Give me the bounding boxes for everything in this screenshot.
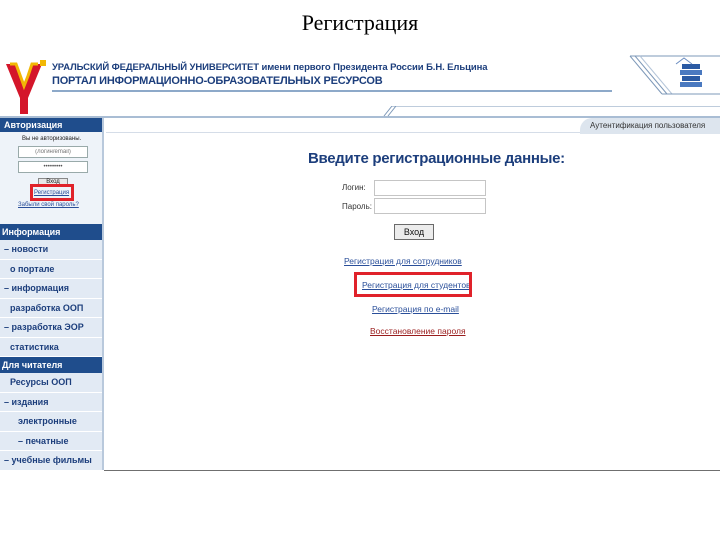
sidebar-item[interactable]: – новости xyxy=(0,240,102,260)
sidebar-item-label: новости xyxy=(11,244,49,254)
sidebar-item[interactable]: – разработка ЭОР xyxy=(0,318,102,338)
dash-bullet-icon: – xyxy=(4,283,12,293)
sidebar-item[interactable]: – информация xyxy=(0,279,102,299)
sidebar-item[interactable]: – издания xyxy=(0,392,102,412)
sidebar-item-label: разработка ООП xyxy=(10,302,84,313)
sidebar-password-input[interactable]: ••••••••• xyxy=(18,161,88,173)
form-title: Введите регистрационные данные: xyxy=(308,150,565,167)
students-highlight-box xyxy=(354,272,472,297)
header-decoration xyxy=(629,55,720,95)
sidebar: Авторизация Вы не авторизованы. ••••••••… xyxy=(0,118,104,520)
password-label: Пароль: xyxy=(342,202,372,211)
sidebar-item-label: учебные фильмы xyxy=(11,455,92,465)
dash-bullet-icon: – xyxy=(18,435,26,446)
bottom-rule xyxy=(104,470,720,471)
password-input[interactable] xyxy=(374,198,486,214)
sidebar-item[interactable]: о портале xyxy=(0,259,102,279)
auth-tab[interactable]: Аутентификация пользователя xyxy=(580,118,720,134)
browser-screenshot: УРАЛЬСКИЙ ФЕДЕРАЛЬНЫЙ УНИВЕРСИТЕТ имени … xyxy=(0,50,720,520)
main-top-rule xyxy=(106,132,586,133)
sidebar-item-label: издания xyxy=(11,396,49,407)
dash-bullet-icon: – xyxy=(4,322,12,332)
register-highlight-box xyxy=(30,184,74,201)
reader-section-header: Для читателя xyxy=(0,357,102,373)
books-stack-icon xyxy=(675,57,702,87)
sidebar-item[interactable]: статистика xyxy=(0,337,102,357)
dash-bullet-icon: – xyxy=(4,244,12,254)
site-header: УРАЛЬСКИЙ ФЕДЕРАЛЬНЫЙ УНИВЕРСИТЕТ имени … xyxy=(0,50,720,118)
sidebar-item-label: информация xyxy=(11,283,69,293)
forgot-password-link[interactable]: Забыли свой пароль? xyxy=(18,202,79,208)
enter-button[interactable]: Вход xyxy=(394,224,434,240)
sidebar-item[interactable]: – печатные xyxy=(0,431,102,451)
sidebar-item-label: статистика xyxy=(10,341,59,352)
not-authorized-text: Вы не авторизованы. xyxy=(22,136,82,142)
dash-bullet-icon: – xyxy=(4,455,12,465)
header-bottom-bar xyxy=(0,106,720,118)
restore-password-link[interactable]: Восстановление пароля xyxy=(370,326,466,336)
portal-name: ПОРТАЛ ИНФОРМАЦИОННО-ОБРАЗОВАТЕЛЬНЫХ РЕС… xyxy=(52,75,383,87)
login-box: Вы не авторизованы. ••••••••• Вход Регис… xyxy=(0,132,102,224)
login-label: Логин: xyxy=(342,183,366,192)
sidebar-item-label: разработка ЭОР xyxy=(11,322,84,332)
sidebar-item-label: электронные xyxy=(18,416,77,426)
register-email-link[interactable]: Регистрация по e-mail xyxy=(372,304,459,314)
sidebar-item[interactable]: электронные xyxy=(0,412,102,432)
auth-section-header: Авторизация xyxy=(0,118,102,132)
dash-bullet-icon: – xyxy=(4,396,12,407)
main-content: Аутентификация пользователя Введите реги… xyxy=(106,118,720,520)
login-input[interactable] xyxy=(374,180,486,196)
sidebar-item[interactable]: – учебные фильмы xyxy=(0,451,102,471)
slide-title: Регистрация xyxy=(301,10,419,35)
register-staff-link[interactable]: Регистрация для сотрудников xyxy=(344,256,462,266)
sidebar-item[interactable]: Ресурсы ООП xyxy=(0,373,102,393)
bottom-band xyxy=(0,470,720,540)
sidebar-item-label: Ресурсы ООП xyxy=(10,377,72,387)
info-section-header: Информация xyxy=(0,224,102,240)
sidebar-login-input[interactable] xyxy=(18,146,88,158)
sidebar-item-label: о портале xyxy=(10,263,55,274)
sidebar-item-label: печатные xyxy=(25,435,69,446)
sidebar-item[interactable]: разработка ООП xyxy=(0,298,102,318)
